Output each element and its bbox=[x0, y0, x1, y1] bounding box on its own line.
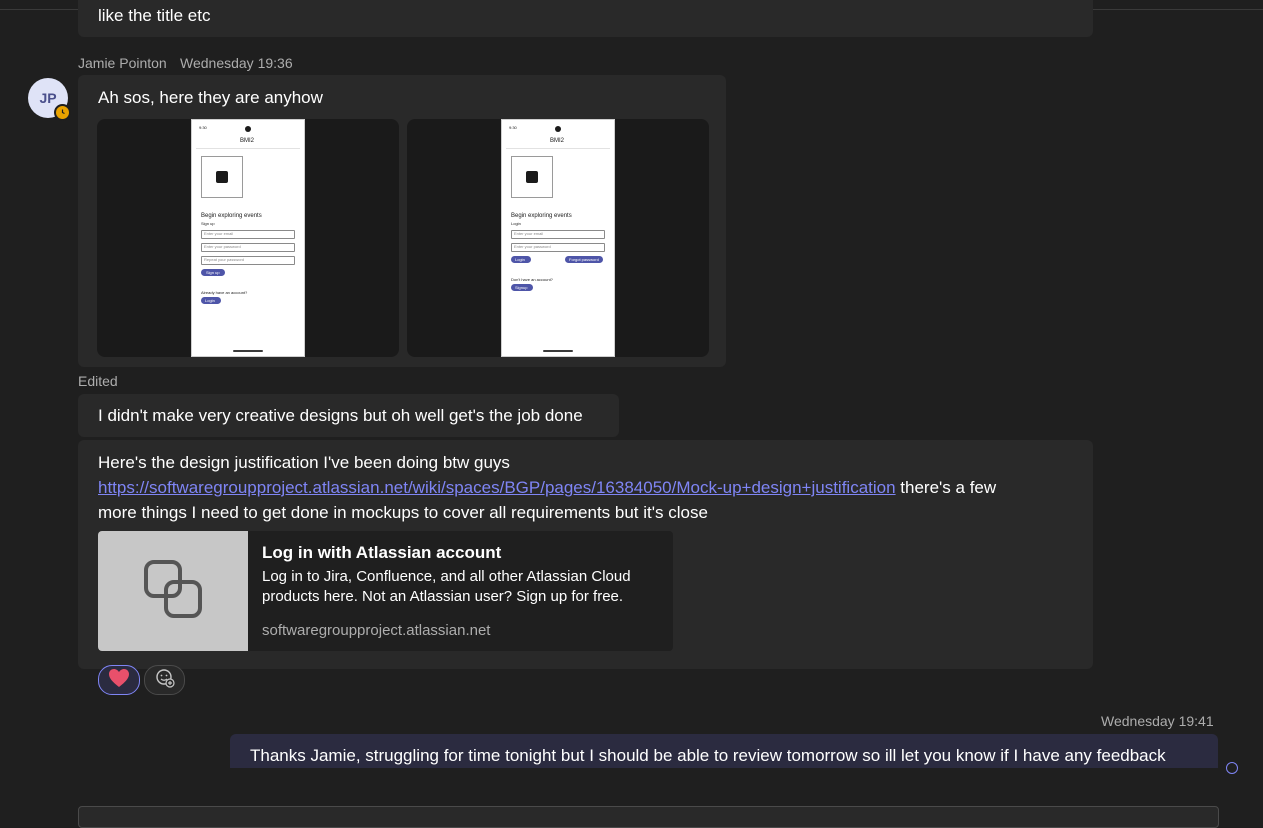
app-bar-divider bbox=[196, 148, 300, 149]
app-title: BMI2 bbox=[240, 138, 255, 144]
app-bar-divider bbox=[506, 148, 610, 149]
app-title: BMI2 bbox=[550, 138, 565, 144]
mockup-image: 9:30 BMI2 Begin exploring events Sign up… bbox=[191, 119, 305, 357]
image-placeholder-icon bbox=[201, 156, 243, 198]
heart-icon bbox=[108, 668, 130, 693]
email-field: Enter your email bbox=[201, 230, 295, 239]
message-text: Thanks Jamie, struggling for time tonigh… bbox=[250, 746, 1166, 765]
message-text: https://softwaregroupproject.atlassian.n… bbox=[98, 475, 996, 500]
status-time: 9:30 bbox=[199, 125, 207, 130]
status-time: 9:30 bbox=[509, 125, 517, 130]
presence-away-icon bbox=[54, 104, 71, 121]
mockup-subheading: Login bbox=[511, 221, 521, 226]
signup-button: Signup bbox=[511, 284, 533, 291]
heart-reaction-button[interactable] bbox=[98, 665, 140, 695]
own-message-bubble[interactable]: Thanks Jamie, struggling for time tonigh… bbox=[230, 734, 1218, 768]
link-icon bbox=[143, 559, 203, 624]
home-indicator bbox=[543, 350, 573, 352]
sender-name[interactable]: Jamie Pointon bbox=[78, 55, 167, 71]
message-text: I didn't make very creative designs but … bbox=[98, 406, 583, 425]
mockup-heading: Begin exploring events bbox=[511, 213, 572, 219]
repeat-password-field: Repeat your password bbox=[201, 256, 295, 265]
link-preview-domain: softwaregroupproject.atlassian.net bbox=[262, 622, 491, 639]
message-text: Ah sos, here they are anyhow bbox=[98, 88, 323, 107]
edited-label: Edited bbox=[78, 373, 118, 389]
image-attachment[interactable]: 9:30 BMI2 Begin exploring events Sign up… bbox=[97, 119, 399, 357]
login-button: Login bbox=[511, 256, 531, 263]
message-bubble[interactable]: Ah sos, here they are anyhow 9:30 BMI2 B… bbox=[78, 75, 726, 367]
login-button: Login bbox=[201, 297, 221, 304]
email-field: Enter your email bbox=[511, 230, 605, 239]
message-text: more things I need to get done in mockup… bbox=[98, 503, 708, 522]
account-prompt: Don't have an account? bbox=[511, 277, 553, 282]
link-preview-description: Log in to Jira, Confluence, and all othe… bbox=[262, 568, 631, 605]
password-field: Enter your password bbox=[201, 243, 295, 252]
camera-dot bbox=[245, 126, 251, 132]
read-receipt-icon bbox=[1226, 762, 1238, 774]
forgot-password-button: Forgot password bbox=[565, 256, 603, 263]
account-prompt: Already have an account? bbox=[201, 290, 248, 295]
link-preview-thumbnail bbox=[98, 531, 248, 651]
message-text: Here's the design justification I've bee… bbox=[98, 453, 510, 472]
message-bubble[interactable]: like the title etc bbox=[78, 0, 1093, 37]
message-text: like the title etc bbox=[98, 6, 211, 25]
message-bubble[interactable]: I didn't make very creative designs but … bbox=[78, 394, 619, 437]
add-reaction-icon bbox=[155, 668, 175, 693]
image-placeholder-icon bbox=[511, 156, 553, 198]
message-link[interactable]: https://softwaregroupproject.atlassian.n… bbox=[98, 478, 896, 497]
mockup-subheading: Sign up bbox=[201, 221, 215, 226]
avatar-initials: JP bbox=[39, 90, 57, 106]
mockup-heading: Begin exploring events bbox=[201, 213, 262, 219]
message-timestamp: Wednesday 19:41 bbox=[1101, 713, 1214, 729]
camera-dot bbox=[555, 126, 561, 132]
compose-box[interactable] bbox=[78, 806, 1219, 828]
home-indicator bbox=[233, 350, 263, 352]
add-reaction-button[interactable] bbox=[144, 665, 185, 695]
link-preview-card[interactable]: Log in with Atlassian account Log in to … bbox=[98, 531, 673, 651]
link-preview-title: Log in with Atlassian account bbox=[262, 543, 502, 562]
message-text-after-link: there's a few bbox=[895, 478, 997, 497]
mockup-image: 9:30 BMI2 Begin exploring events Login E… bbox=[501, 119, 615, 357]
signup-button: Sign up bbox=[201, 269, 225, 276]
message-timestamp: Wednesday 19:36 bbox=[180, 55, 293, 71]
password-field: Enter your password bbox=[511, 243, 605, 252]
image-attachment[interactable]: 9:30 BMI2 Begin exploring events Login E… bbox=[407, 119, 709, 357]
